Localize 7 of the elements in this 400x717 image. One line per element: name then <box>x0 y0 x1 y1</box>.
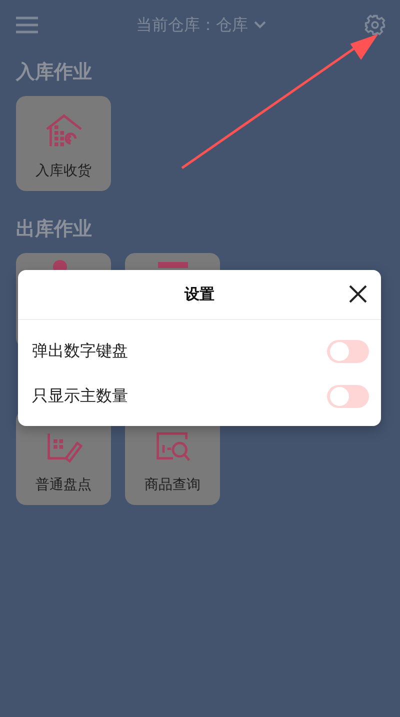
menu-tile[interactable]: 入库收货 <box>16 96 111 191</box>
section-title: 入库作业 <box>16 60 93 84</box>
section-title: 出库作业 <box>16 217 93 241</box>
dialog-title: 设置 <box>184 285 214 304</box>
setting-label: 只显示主数量 <box>32 386 128 407</box>
warehouse-selector[interactable]: 当前仓库：仓库 <box>136 14 266 36</box>
setting-label: 弹出数字键盘 <box>32 341 128 362</box>
